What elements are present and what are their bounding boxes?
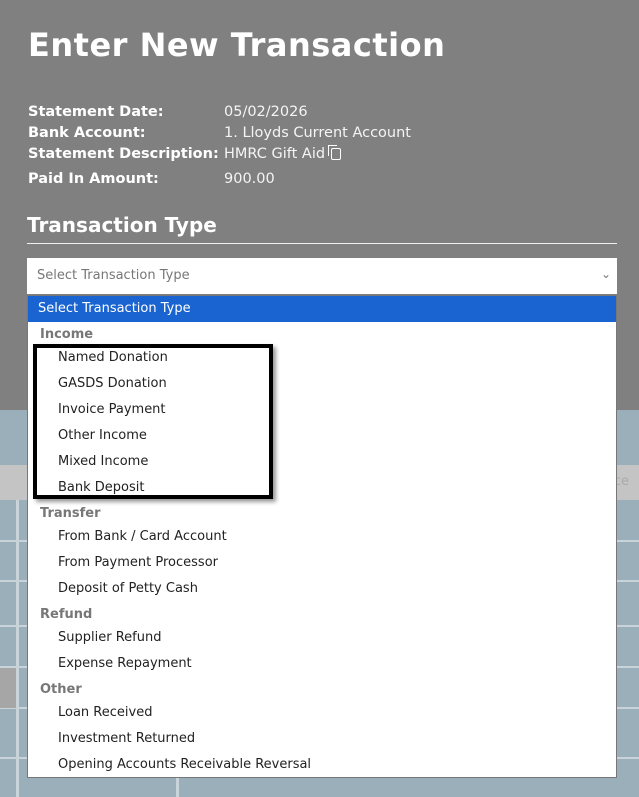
label: Bank Account: [28,125,146,141]
option-deposit-of-petty-cash[interactable]: Deposit of Petty Cash [28,576,616,602]
transaction-type-select[interactable]: Select Transaction Type ⌄ [27,258,617,294]
option-select-transaction-type[interactable]: Select Transaction Type [28,296,616,322]
option-other-income[interactable]: Other Income [28,423,616,449]
option-invoice-payment[interactable]: Invoice Payment [28,397,616,423]
option-group-other: Other [40,682,82,697]
option-group-transfer: Transfer [40,506,101,521]
option-group-income: Income [40,327,94,342]
option-group-refund: Refund [40,607,93,622]
value: 1. Lloyds Current Account [224,125,411,141]
option-mixed-income[interactable]: Mixed Income [28,449,616,475]
option-investment-returned[interactable]: Investment Returned [28,726,616,752]
option-from-payment-processor[interactable]: From Payment Processor [28,550,616,576]
background-cell [0,668,16,708]
page-title: Enter New Transaction [28,26,446,64]
copy-icon[interactable] [328,145,342,160]
option-expense-repayment[interactable]: Expense Repayment [28,651,616,677]
transaction-type-dropdown-list[interactable]: Select Transaction Type Income Named Dona… [27,295,617,778]
value: 900.00 [224,171,275,187]
label: Paid In Amount: [28,171,159,187]
option-loan-received[interactable]: Loan Received [28,700,616,726]
option-gasds-donation[interactable]: GASDS Donation [28,371,616,397]
value: 05/02/2026 [224,104,308,120]
option-opening-accounts-receivable-reversal[interactable]: Opening Accounts Receivable Reversal [28,752,616,778]
select-value: Select Transaction Type [37,268,190,283]
divider [27,243,617,244]
option-bank-deposit[interactable]: Bank Deposit [28,475,616,501]
chevron-down-icon: ⌄ [600,267,611,281]
option-named-donation[interactable]: Named Donation [28,345,616,371]
label: Statement Description: [28,146,219,162]
option-from-bank-card-account[interactable]: From Bank / Card Account [28,524,616,550]
value: HMRC Gift Aid [224,146,326,162]
section-title: Transaction Type [27,213,217,237]
label: Statement Date: [28,104,164,120]
option-supplier-refund[interactable]: Supplier Refund [28,625,616,651]
grid-line [16,500,19,797]
